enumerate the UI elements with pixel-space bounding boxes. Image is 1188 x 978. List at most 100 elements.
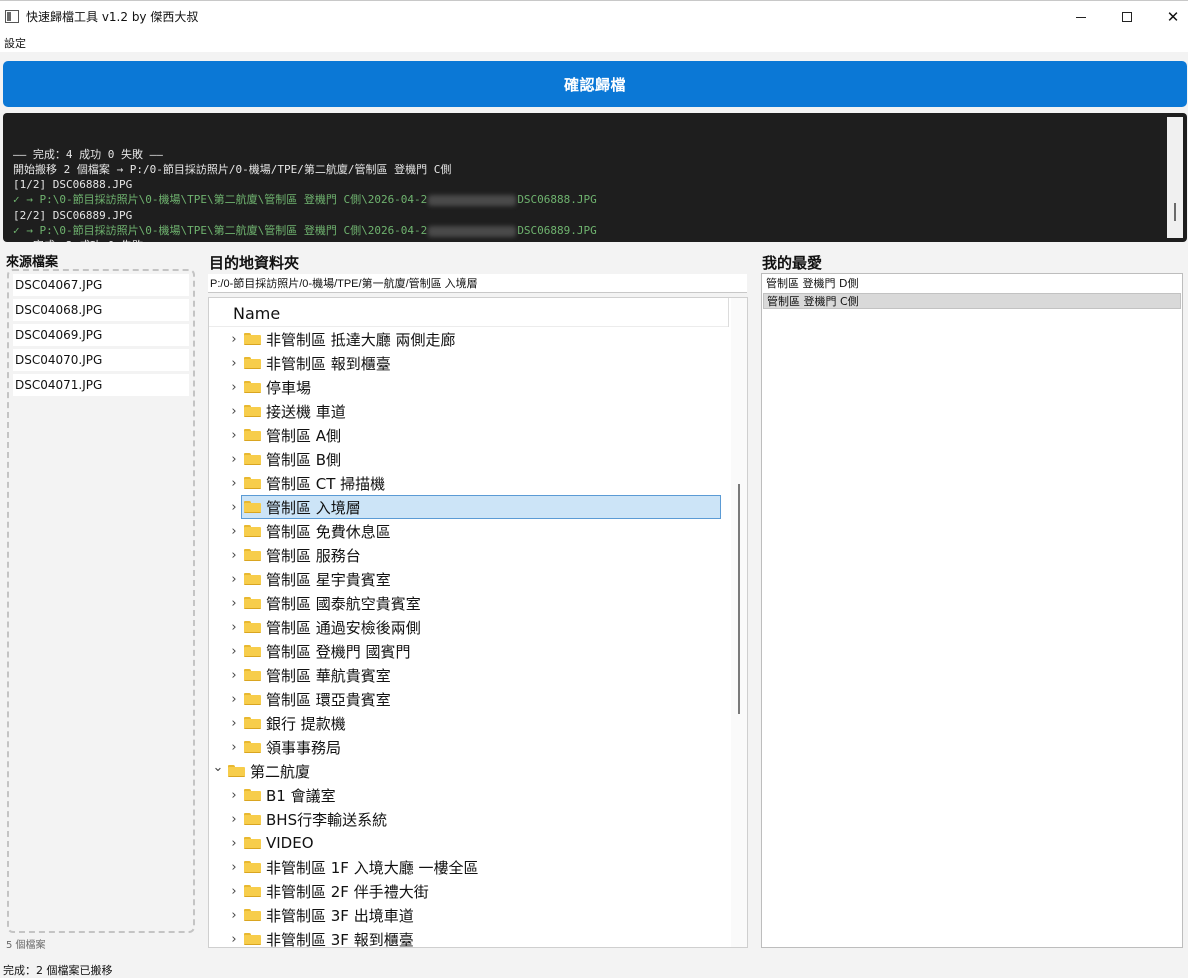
sort-caret-icon: ^ — [464, 297, 472, 305]
tree-row[interactable]: › 管制區 服務台 — [227, 543, 721, 567]
folder-icon — [244, 525, 261, 537]
tree-row[interactable]: › 銀行 提款機 — [227, 711, 721, 735]
tree-row[interactable]: › 非管制區 3F 出境車道 — [227, 903, 721, 927]
tree-row-label: VIDEO — [266, 834, 314, 852]
chevron-right-icon[interactable]: › — [227, 548, 241, 563]
tree-row[interactable]: › 非管制區 報到櫃臺 — [227, 351, 721, 375]
chevron-right-icon[interactable]: › — [227, 788, 241, 803]
tree-row[interactable]: › 非管制區 抵達大廳 兩側走廊 — [227, 327, 721, 351]
chevron-down-icon[interactable]: ⌄ — [211, 760, 225, 775]
minimize-button[interactable] — [1058, 1, 1104, 33]
folder-icon — [244, 357, 261, 369]
confirm-archive-button[interactable]: 確認歸檔 — [3, 61, 1187, 107]
tree-row[interactable]: › 管制區 登機門 國賓門 — [227, 639, 721, 663]
chevron-right-icon[interactable]: › — [227, 404, 241, 419]
source-file-item[interactable]: DSC04069.JPG — [13, 324, 189, 346]
folder-icon — [244, 813, 261, 825]
tree-row[interactable]: › 管制區 國泰航空貴賓室 — [227, 591, 721, 615]
tree-row[interactable]: › 管制區 環亞貴賓室 — [227, 687, 721, 711]
menu-bar: 設定 — [0, 32, 1188, 52]
log-console: —— 完成：4 成功 0 失敗 —— 開始搬移 2 個檔案 → P:/0-節目採訪… — [3, 113, 1187, 242]
source-file-item[interactable]: DSC04067.JPG — [13, 274, 189, 296]
tree-row[interactable]: › 接送機 車道 — [227, 399, 721, 423]
tree-row[interactable]: › 管制區 免費休息區 — [227, 519, 721, 543]
chevron-right-icon[interactable]: › — [227, 524, 241, 539]
tree-row-label: 非管制區 3F 報到櫃臺 — [266, 930, 414, 948]
tree-row-label: 銀行 提款機 — [266, 714, 346, 733]
log-scrollbar-thumb[interactable] — [1174, 203, 1176, 221]
folder-icon — [244, 381, 261, 393]
log-line: —— 完成：2 成功 0 失敗 —— — [13, 238, 1177, 242]
source-file-item[interactable]: DSC04068.JPG — [13, 299, 189, 321]
log-line-path: ✓ → P:\0-節目採訪照片\0-機場\TPE\第二航廈\管制區 登機門 C側… — [13, 193, 428, 207]
chevron-right-icon[interactable]: › — [227, 428, 241, 443]
menu-settings[interactable]: 設定 — [4, 35, 26, 51]
source-drop-zone[interactable]: DSC04067.JPG DSC04068.JPG DSC04069.JPG DSC0… — [7, 269, 195, 933]
folder-icon — [244, 693, 261, 705]
chevron-right-icon[interactable]: › — [227, 812, 241, 827]
tree-row[interactable]: › 管制區 CT 掃描機 — [227, 471, 721, 495]
tree-scrollbar-thumb[interactable] — [738, 484, 740, 714]
chevron-right-icon[interactable]: › — [227, 644, 241, 659]
minimize-icon — [1076, 16, 1086, 18]
chevron-right-icon[interactable]: › — [227, 884, 241, 899]
source-file-item[interactable]: DSC04071.JPG — [13, 374, 189, 396]
chevron-right-icon[interactable]: › — [227, 356, 241, 371]
tree-row[interactable]: › 管制區 通過安檢後兩側 — [227, 615, 721, 639]
tree-row-label: 管制區 星宇貴賓室 — [266, 570, 391, 589]
favorites-list[interactable]: 管制區 登機門 D側 管制區 登機門 C側 — [761, 273, 1183, 948]
favorites-header: 我的最愛 — [762, 254, 823, 272]
chevron-right-icon[interactable]: › — [227, 692, 241, 707]
tree-row[interactable]: › B1 會議室 — [227, 783, 721, 807]
tree-row[interactable]: › BHS行李輸送系統 — [227, 807, 721, 831]
source-file-item[interactable]: DSC04070.JPG — [13, 349, 189, 371]
chevron-right-icon[interactable]: › — [227, 572, 241, 587]
destination-path-input[interactable] — [208, 274, 747, 293]
tree-row[interactable]: › 停車場 — [227, 375, 721, 399]
app-icon — [5, 10, 19, 23]
chevron-right-icon[interactable]: › — [227, 932, 241, 947]
tree-row[interactable]: › 非管制區 3F 報到櫃臺 — [227, 927, 721, 948]
chevron-right-icon[interactable]: › — [227, 620, 241, 635]
tree-row[interactable]: › VIDEO — [227, 831, 721, 855]
tree-row[interactable]: › 管制區 星宇貴賓室 — [227, 567, 721, 591]
tree-row[interactable]: ⌄ 第二航廈 — [211, 759, 721, 783]
chevron-right-icon[interactable]: › — [227, 596, 241, 611]
chevron-right-icon[interactable]: › — [227, 476, 241, 491]
maximize-button[interactable] — [1104, 1, 1150, 33]
tree-row-label: 非管制區 2F 伴手禮大街 — [266, 882, 429, 901]
tree-row[interactable]: › 管制區 入境層 — [227, 495, 721, 519]
chevron-right-icon[interactable]: › — [227, 716, 241, 731]
column-separator — [728, 298, 729, 327]
chevron-right-icon[interactable]: › — [227, 908, 241, 923]
chevron-right-icon[interactable]: › — [227, 740, 241, 755]
tree-row[interactable]: › 非管制區 1F 入境大廳 一樓全區 — [227, 855, 721, 879]
tree-row[interactable]: › 管制區 B側 — [227, 447, 721, 471]
folder-icon — [244, 477, 261, 489]
tree-row[interactable]: › 管制區 A側 — [227, 423, 721, 447]
chevron-right-icon[interactable]: › — [227, 836, 241, 851]
close-button[interactable]: ✕ — [1150, 1, 1188, 33]
source-file-count: 5 個檔案 — [6, 940, 46, 951]
tree-row[interactable]: › 管制區 華航貴賓室 — [227, 663, 721, 687]
favorite-item[interactable]: 管制區 登機門 D側 — [763, 276, 1181, 292]
chevron-right-icon[interactable]: › — [227, 668, 241, 683]
chevron-right-icon[interactable]: › — [227, 380, 241, 395]
redacted-blur — [428, 225, 517, 237]
folder-icon — [244, 741, 261, 753]
tree-row-label: 接送機 車道 — [266, 402, 346, 421]
tree-column-header[interactable]: ^ Name — [209, 298, 729, 327]
favorite-item[interactable]: 管制區 登機門 C側 — [763, 293, 1181, 309]
folder-tree[interactable]: ^ Name › 非管制區 抵達大廳 兩側走廊 › 非管制區 報到櫃臺 › 停車場 › 接送機… — [208, 297, 748, 948]
folder-icon — [244, 861, 261, 873]
tree-row-label: 管制區 A側 — [266, 426, 342, 445]
chevron-right-icon[interactable]: › — [227, 332, 241, 347]
chevron-right-icon[interactable]: › — [227, 500, 241, 515]
chevron-right-icon[interactable]: › — [227, 452, 241, 467]
tree-row-label: 第二航廈 — [250, 762, 311, 781]
tree-row[interactable]: › 領事事務局 — [227, 735, 721, 759]
window-title: 快速歸檔工具 v1.2 by 傑西大叔 — [26, 10, 199, 24]
tree-row[interactable]: › 非管制區 2F 伴手禮大街 — [227, 879, 721, 903]
column-name-label: Name — [233, 304, 281, 323]
chevron-right-icon[interactable]: › — [227, 860, 241, 875]
